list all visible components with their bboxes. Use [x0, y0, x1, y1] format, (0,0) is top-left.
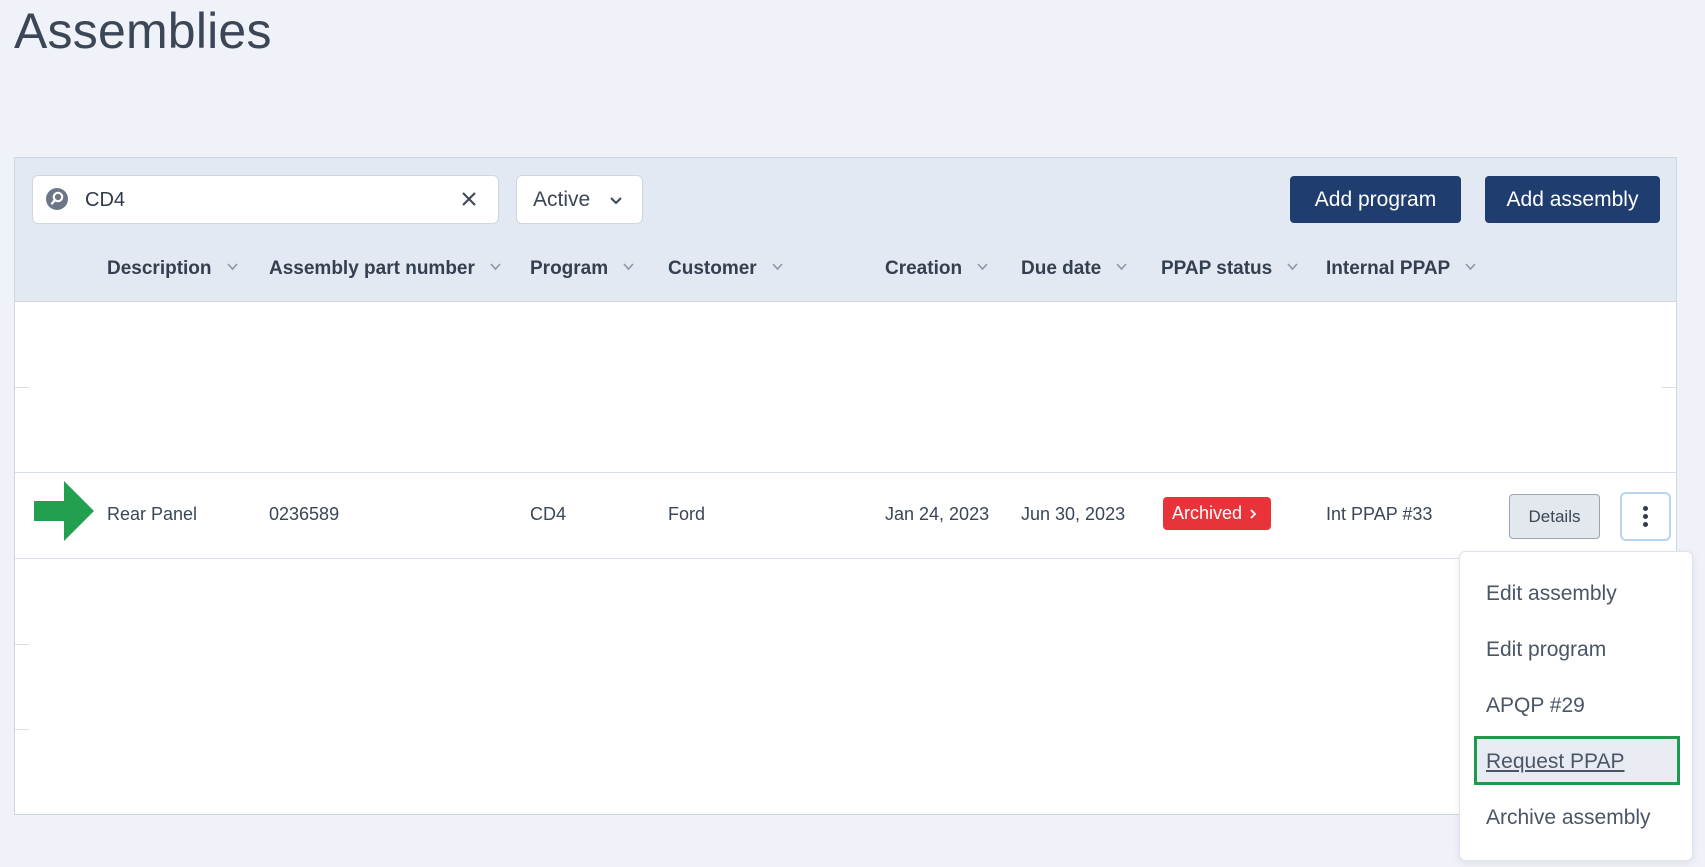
- column-header-internal-ppap[interactable]: Internal PPAP: [1326, 258, 1477, 282]
- row-divider: [15, 558, 1676, 559]
- search-box[interactable]: [32, 175, 499, 224]
- menu-item-archive-assembly[interactable]: Archive assembly: [1486, 806, 1651, 830]
- column-header-customer[interactable]: Customer: [668, 258, 784, 282]
- column-header-due-date[interactable]: Due date: [1021, 258, 1128, 282]
- column-header-program[interactable]: Program: [530, 258, 635, 282]
- ppap-status-badge[interactable]: Archived: [1163, 497, 1271, 530]
- chevron-down-icon: [1116, 263, 1127, 271]
- status-filter-value: Active: [533, 188, 591, 211]
- chevron-down-icon: [623, 263, 634, 271]
- menu-item-edit-program[interactable]: Edit program: [1486, 638, 1606, 662]
- chevron-down-icon: [1465, 263, 1476, 271]
- status-filter-select[interactable]: Active: [516, 175, 643, 224]
- chevron-down-icon: [490, 263, 501, 271]
- chevron-down-icon: [226, 263, 238, 271]
- table-toolbar: Active Add program Add assembly Descript…: [15, 158, 1676, 302]
- details-button[interactable]: Details: [1509, 494, 1600, 539]
- row-actions-button[interactable]: [1620, 492, 1671, 541]
- cell-description: Rear Panel: [107, 504, 198, 524]
- row-divider: [15, 644, 29, 645]
- cell-customer: Ford: [668, 504, 706, 524]
- add-assembly-button[interactable]: Add assembly: [1485, 176, 1660, 223]
- menu-item-edit-assembly[interactable]: Edit assembly: [1486, 582, 1617, 606]
- row-divider: [1662, 387, 1676, 388]
- chevron-down-icon: [1287, 263, 1298, 271]
- ppap-status-label: Archived: [1172, 503, 1243, 523]
- column-header-description[interactable]: Description: [107, 258, 239, 282]
- column-header-assembly-part-number[interactable]: Assembly part number: [269, 258, 502, 282]
- row-divider: [15, 472, 1676, 473]
- menu-item-apqp[interactable]: APQP #29: [1486, 694, 1585, 718]
- column-header-creation[interactable]: Creation: [885, 258, 989, 282]
- arrow-right-icon: [34, 481, 94, 541]
- chevron-right-icon: [1250, 509, 1257, 519]
- chevron-down-icon: [772, 263, 783, 271]
- cell-creation: Jan 24, 2023: [885, 504, 990, 524]
- row-actions-menu: Edit assembly Edit program APQP #29 Requ…: [1459, 551, 1693, 861]
- menu-item-request-ppap[interactable]: Request PPAP: [1486, 750, 1625, 774]
- close-icon[interactable]: [460, 190, 478, 208]
- chevron-down-icon: [610, 197, 622, 205]
- chevron-down-icon: [977, 263, 988, 271]
- assemblies-panel: Active Add program Add assembly Descript…: [14, 157, 1677, 815]
- add-program-button[interactable]: Add program: [1290, 176, 1461, 223]
- row-divider: [15, 729, 29, 730]
- cell-assembly-part-number: 0236589: [269, 504, 340, 524]
- cell-due-date: Jun 30, 2023: [1021, 504, 1126, 524]
- search-icon: [46, 188, 68, 210]
- cell-internal-ppap: Int PPAP #33: [1326, 504, 1433, 524]
- page-title: Assemblies: [14, 3, 272, 59]
- search-input[interactable]: [83, 184, 447, 216]
- column-header-ppap-status[interactable]: PPAP status: [1161, 258, 1299, 282]
- cell-program: CD4: [530, 504, 567, 524]
- row-divider: [15, 387, 29, 388]
